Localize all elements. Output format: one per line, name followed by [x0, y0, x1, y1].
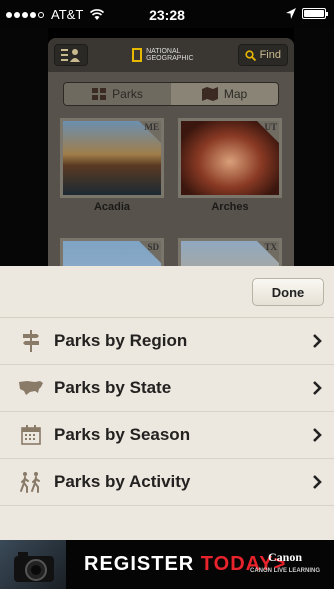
ad-text-white: REGISTER: [84, 553, 201, 575]
park-state-tag: SD: [147, 242, 159, 252]
park-state-tag: UT: [264, 122, 277, 132]
sheet-header: Done: [0, 266, 334, 318]
ad-banner[interactable]: REGISTER TODAY> Canon CANON LIVE LEARNIN…: [0, 540, 334, 589]
ad-photographer-image: [0, 540, 66, 589]
menu-item-label: Parks by Region: [54, 331, 188, 350]
battery-icon: [302, 8, 328, 19]
status-right: [286, 8, 328, 19]
menu-item-parks-by-activity[interactable]: Parks by Activity: [0, 459, 334, 506]
ad-brand-name: Canon: [267, 550, 302, 564]
grid-icon: [92, 88, 107, 100]
list-person-icon: [61, 49, 80, 62]
tab-parks-label: Parks: [112, 87, 143, 101]
dim-overlay-right: [294, 28, 334, 268]
background-app: NATIONAL GEOGRAPHIC Find Parks Map ME Ac…: [48, 38, 294, 278]
menu-item-parks-by-region[interactable]: Parks by Region: [0, 318, 334, 365]
chevron-right-icon: [313, 381, 322, 395]
menu-item-label: Parks by Activity: [54, 472, 191, 491]
park-state-tag: TX: [264, 242, 277, 252]
menu-item-label: Parks by State: [54, 378, 172, 397]
chevron-right-icon: [313, 428, 322, 442]
canon-logo: Canon CANON LIVE LEARNING: [250, 550, 320, 574]
menu-item-parks-by-season[interactable]: Parks by Season: [0, 412, 334, 459]
logo-text-line2: GEOGRAPHIC: [146, 55, 194, 62]
tab-map-label: Map: [223, 87, 248, 101]
park-name: Acadia: [93, 201, 131, 213]
chevron-right-icon: [313, 334, 322, 348]
tab-map[interactable]: Map: [171, 83, 278, 105]
park-photo: UT: [178, 118, 282, 198]
status-bar: AT&T 23:28: [0, 0, 334, 28]
parks-grid: ME Acadia UT Arches SD TX: [48, 116, 294, 278]
favorites-button[interactable]: [54, 44, 88, 66]
app-toolbar: NATIONAL GEOGRAPHIC Find: [48, 38, 294, 72]
view-switcher: Parks Map: [48, 72, 294, 116]
search-icon: [244, 49, 256, 61]
park-card-acadia[interactable]: ME Acadia: [60, 118, 164, 213]
calendar-icon: [18, 423, 44, 447]
status-time: 23:28: [149, 7, 185, 23]
find-label: Find: [259, 49, 281, 61]
segmented-control: Parks Map: [63, 82, 279, 106]
location-arrow-icon: [286, 8, 296, 19]
tab-parks[interactable]: Parks: [64, 83, 171, 105]
national-geographic-logo: NATIONAL GEOGRAPHIC: [132, 48, 194, 62]
hikers-icon: [18, 470, 44, 494]
menu-item-parks-by-state[interactable]: Parks by State: [0, 365, 334, 412]
ad-brand-sub: CANON LIVE LEARNING: [249, 568, 320, 574]
dim-overlay-left: [0, 28, 48, 268]
chevron-right-icon: [313, 475, 322, 489]
sort-action-sheet: Done Parks by Region Parks by State Park…: [0, 266, 334, 540]
park-photo: ME: [60, 118, 164, 198]
park-card-arches[interactable]: UT Arches: [178, 118, 282, 213]
logo-text-line1: NATIONAL: [146, 48, 181, 55]
park-state-tag: ME: [144, 122, 160, 132]
ng-yellow-border-icon: [132, 48, 143, 62]
menu-item-label: Parks by Season: [54, 425, 191, 444]
park-name: Arches: [211, 201, 249, 213]
signpost-icon: [18, 329, 44, 353]
find-button[interactable]: Find: [237, 44, 288, 66]
map-icon: [201, 87, 218, 101]
done-button[interactable]: Done: [252, 278, 324, 306]
usa-map-icon: [18, 376, 44, 400]
